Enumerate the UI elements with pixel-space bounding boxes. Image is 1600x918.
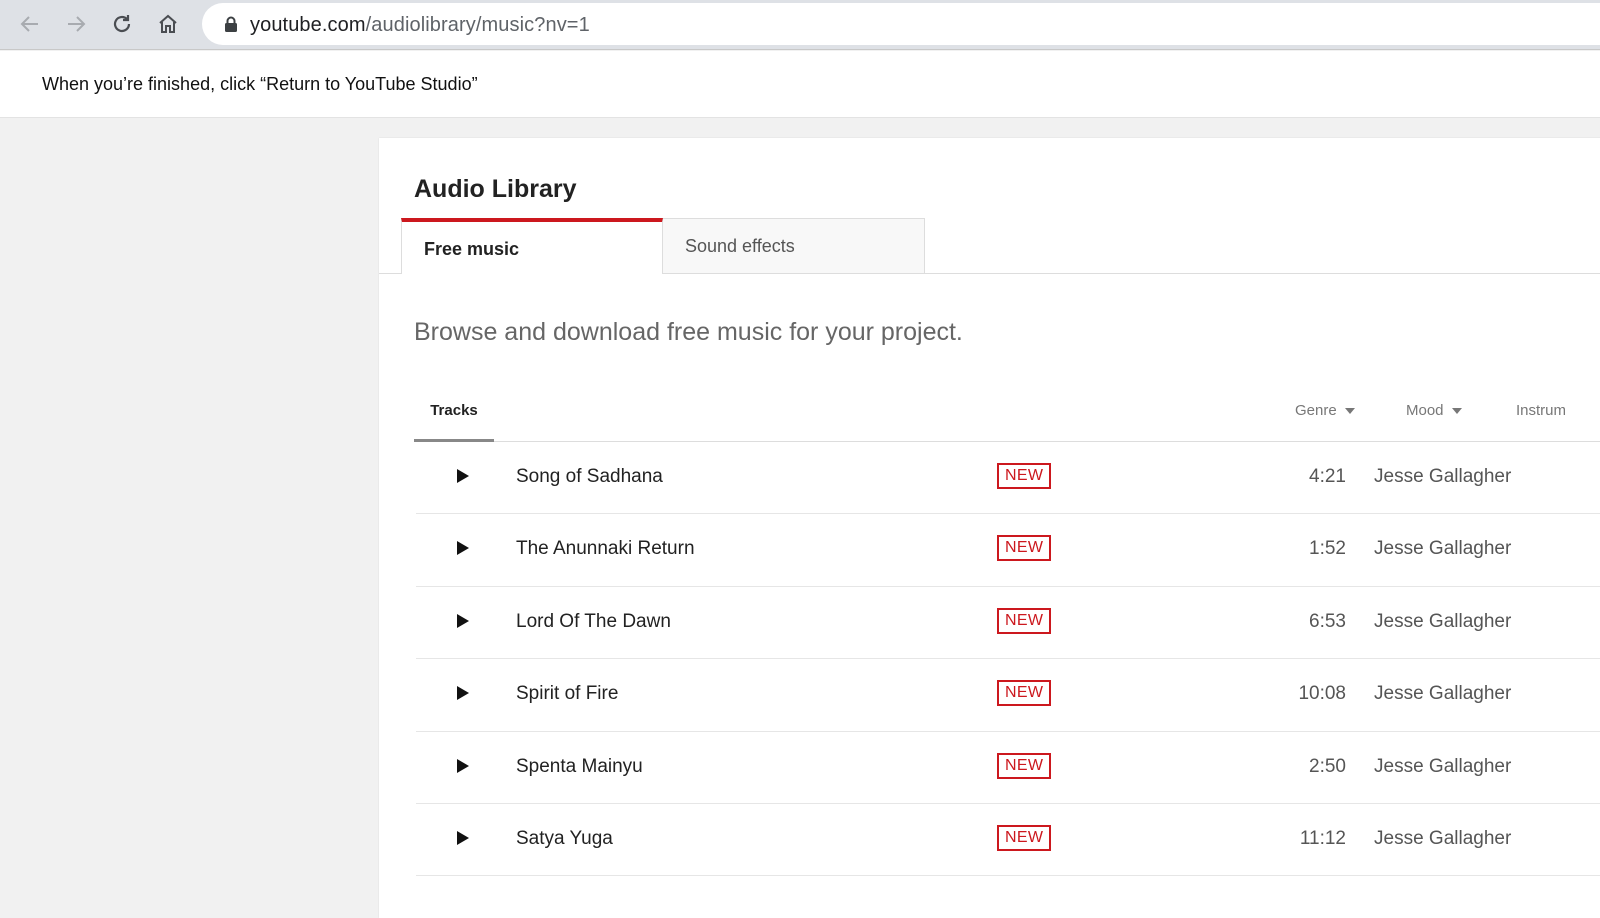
track-artist: Jesse Gallagher (1374, 466, 1512, 487)
track-list: Song of Sadhana NEW 4:21 Jesse Gallagher… (416, 442, 1600, 877)
page-title: Audio Library (414, 175, 577, 203)
play-icon[interactable] (456, 613, 476, 633)
mood-filter[interactable]: Mood (1406, 402, 1462, 419)
track-title: Spirit of Fire (516, 683, 619, 705)
new-badge: NEW (997, 535, 1052, 562)
track-artist: Jesse Gallagher (1374, 683, 1512, 705)
instruction-text: When you’re finished, click “Return to Y… (42, 74, 478, 94)
play-icon[interactable] (456, 468, 476, 488)
tab-sound-effects[interactable]: Sound effects (663, 218, 925, 274)
mood-filter-label: Mood (1406, 402, 1444, 419)
track-title: Satya Yuga (516, 827, 613, 849)
new-badge: NEW (997, 463, 1052, 489)
forward-arrow-icon[interactable] (58, 6, 94, 42)
track-artist: Jesse Gallagher (1374, 827, 1512, 849)
track-duration: 1:52 (1309, 538, 1346, 560)
new-badge: NEW (997, 752, 1052, 779)
track-title: Song of Sadhana (516, 466, 663, 487)
track-duration: 4:21 (1309, 466, 1346, 487)
track-row[interactable]: Spenta Mainyu NEW 2:50 Jesse Gallagher (416, 732, 1600, 804)
track-duration: 2:50 (1309, 755, 1346, 777)
new-badge: NEW (997, 824, 1052, 851)
instruction-bar: When you’re finished, click “Return to Y… (0, 51, 1600, 118)
track-title: The Anunnaki Return (516, 538, 695, 560)
play-icon[interactable] (456, 830, 476, 850)
track-title: Spenta Mainyu (516, 755, 643, 777)
address-bar[interactable]: youtube.com/audiolibrary/music?nv=1 (202, 3, 1600, 45)
track-title: Lord Of The Dawn (516, 610, 671, 632)
track-row[interactable]: Spirit of Fire NEW 10:08 Jesse Gallagher (416, 659, 1600, 732)
instrument-filter-label: Instrum (1516, 402, 1567, 419)
track-row[interactable]: The Anunnaki Return NEW 1:52 Jesse Galla… (416, 514, 1600, 587)
play-icon[interactable] (456, 758, 476, 778)
tab-divider-left (379, 273, 401, 274)
track-artist: Jesse Gallagher (1374, 610, 1512, 632)
instrument-filter[interactable]: Instrum (1516, 402, 1566, 419)
track-duration: 10:08 (1298, 683, 1346, 705)
genre-filter[interactable]: Genre (1295, 402, 1355, 419)
url-text: youtube.com/audiolibrary/music?nv=1 (250, 14, 590, 37)
track-duration: 6:53 (1309, 610, 1346, 632)
back-arrow-icon[interactable] (12, 6, 48, 42)
page-subtitle: Browse and download free music for your … (414, 318, 963, 346)
track-row[interactable]: Satya Yuga NEW 11:12 Jesse Gallagher (416, 804, 1600, 877)
audio-library-card: Audio Library Free music Sound effects B… (379, 138, 1600, 918)
track-artist: Jesse Gallagher (1374, 755, 1512, 777)
browser-toolbar: youtube.com/audiolibrary/music?nv=1 (0, 0, 1600, 50)
tab-free-music[interactable]: Free music (401, 218, 663, 274)
tab-tracks[interactable]: Tracks (414, 396, 494, 442)
new-badge: NEW (997, 607, 1052, 634)
tab-divider (925, 273, 1600, 274)
url-path: /audiolibrary/music?nv=1 (365, 14, 590, 36)
caret-down-icon (1344, 407, 1355, 414)
play-icon[interactable] (456, 540, 476, 560)
track-row[interactable]: Song of Sadhana NEW 4:21 Jesse Gallagher (416, 442, 1600, 515)
genre-filter-label: Genre (1295, 402, 1337, 419)
track-artist: Jesse Gallagher (1374, 538, 1512, 560)
reload-icon[interactable] (104, 6, 140, 42)
track-duration: 11:12 (1299, 827, 1346, 849)
url-host: youtube.com (250, 14, 366, 36)
play-icon[interactable] (456, 685, 476, 705)
new-badge: NEW (997, 680, 1052, 707)
caret-down-icon (1451, 407, 1462, 414)
lock-icon (224, 16, 238, 38)
track-row[interactable]: Lord Of The Dawn NEW 6:53 Jesse Gallaghe… (416, 587, 1600, 660)
tracks-header: Tracks Genre Mood Instrum (414, 396, 1600, 442)
home-icon[interactable] (150, 6, 186, 42)
